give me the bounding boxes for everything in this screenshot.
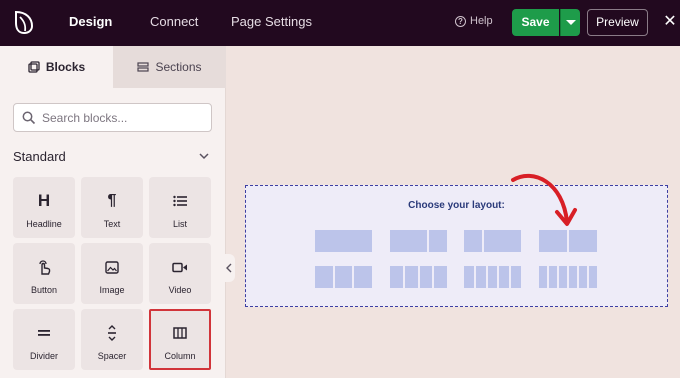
block-label: Video xyxy=(168,285,192,295)
preview-button[interactable]: Preview xyxy=(587,9,648,36)
blocks-icon xyxy=(28,61,40,73)
help-link[interactable]: ? Help xyxy=(455,15,493,27)
search-field[interactable] xyxy=(13,103,212,132)
block-label: Headline xyxy=(26,219,62,229)
column-icon xyxy=(173,323,187,343)
paragraph-icon: ¶ xyxy=(107,192,117,209)
top-bar: Design Connect Page Settings ? Help Save… xyxy=(0,0,680,46)
annotation-arrow-icon xyxy=(511,173,577,226)
block-label: Spacer xyxy=(97,351,127,361)
tab-blocks-label: Blocks xyxy=(45,60,86,74)
tab-page-settings[interactable]: Page Settings xyxy=(231,0,312,46)
headline-icon: H xyxy=(37,191,51,210)
search-input[interactable] xyxy=(42,110,202,125)
block-label: Image xyxy=(99,285,125,295)
sidebar: Blocks Sections Standard H Headline ¶ Te… xyxy=(0,46,226,378)
block-divider[interactable]: Divider xyxy=(13,309,75,370)
block-label: List xyxy=(172,219,187,229)
block-headline[interactable]: H Headline xyxy=(13,177,75,238)
block-column[interactable]: Column xyxy=(149,309,211,370)
help-label: Help xyxy=(470,15,493,27)
block-image[interactable]: Image xyxy=(81,243,143,304)
block-label: Column xyxy=(164,351,196,361)
sections-icon xyxy=(137,62,150,72)
block-video[interactable]: Video xyxy=(149,243,211,304)
chevron-down-icon[interactable] xyxy=(198,150,210,162)
search-icon xyxy=(22,111,36,124)
layout-chooser: Choose your layout: xyxy=(245,185,668,307)
block-button[interactable]: Button xyxy=(13,243,75,304)
layout-title: Choose your layout: xyxy=(408,200,505,211)
layout-option-2-3-1-3[interactable] xyxy=(390,230,447,252)
list-icon xyxy=(173,191,187,211)
tab-blocks[interactable]: Blocks xyxy=(0,46,113,88)
video-icon xyxy=(172,257,188,277)
image-icon xyxy=(105,257,119,277)
layout-option-6-columns[interactable] xyxy=(539,266,597,288)
save-button[interactable]: Save xyxy=(512,9,559,36)
layout-option-3-columns[interactable] xyxy=(315,266,373,288)
block-list[interactable]: List xyxy=(149,177,211,238)
tab-connect[interactable]: Connect xyxy=(150,0,198,46)
save-options-caret-icon[interactable] xyxy=(560,9,580,36)
tab-design[interactable]: Design xyxy=(69,0,112,46)
layout-option-5-columns[interactable] xyxy=(464,266,521,288)
collapse-sidebar-handle[interactable] xyxy=(223,254,235,282)
seedprod-logo-icon[interactable] xyxy=(10,8,38,36)
block-label: Button xyxy=(30,285,58,295)
pointer-icon xyxy=(37,257,51,277)
help-icon: ? xyxy=(455,15,466,27)
spacer-icon xyxy=(107,323,117,343)
chevron-left-icon xyxy=(226,263,232,273)
tab-sections-label: Sections xyxy=(155,60,202,74)
standard-section-title: Standard xyxy=(13,149,66,164)
block-spacer[interactable]: Spacer xyxy=(81,309,143,370)
tab-sections[interactable]: Sections xyxy=(113,46,226,88)
layout-option-1-column[interactable] xyxy=(315,230,372,252)
layout-option-4-columns[interactable] xyxy=(390,266,447,288)
block-label: Text xyxy=(103,219,121,229)
close-icon[interactable]: ✕ xyxy=(663,12,677,32)
divider-icon xyxy=(37,323,51,343)
block-text[interactable]: ¶ Text xyxy=(81,177,143,238)
block-label: Divider xyxy=(29,351,58,361)
